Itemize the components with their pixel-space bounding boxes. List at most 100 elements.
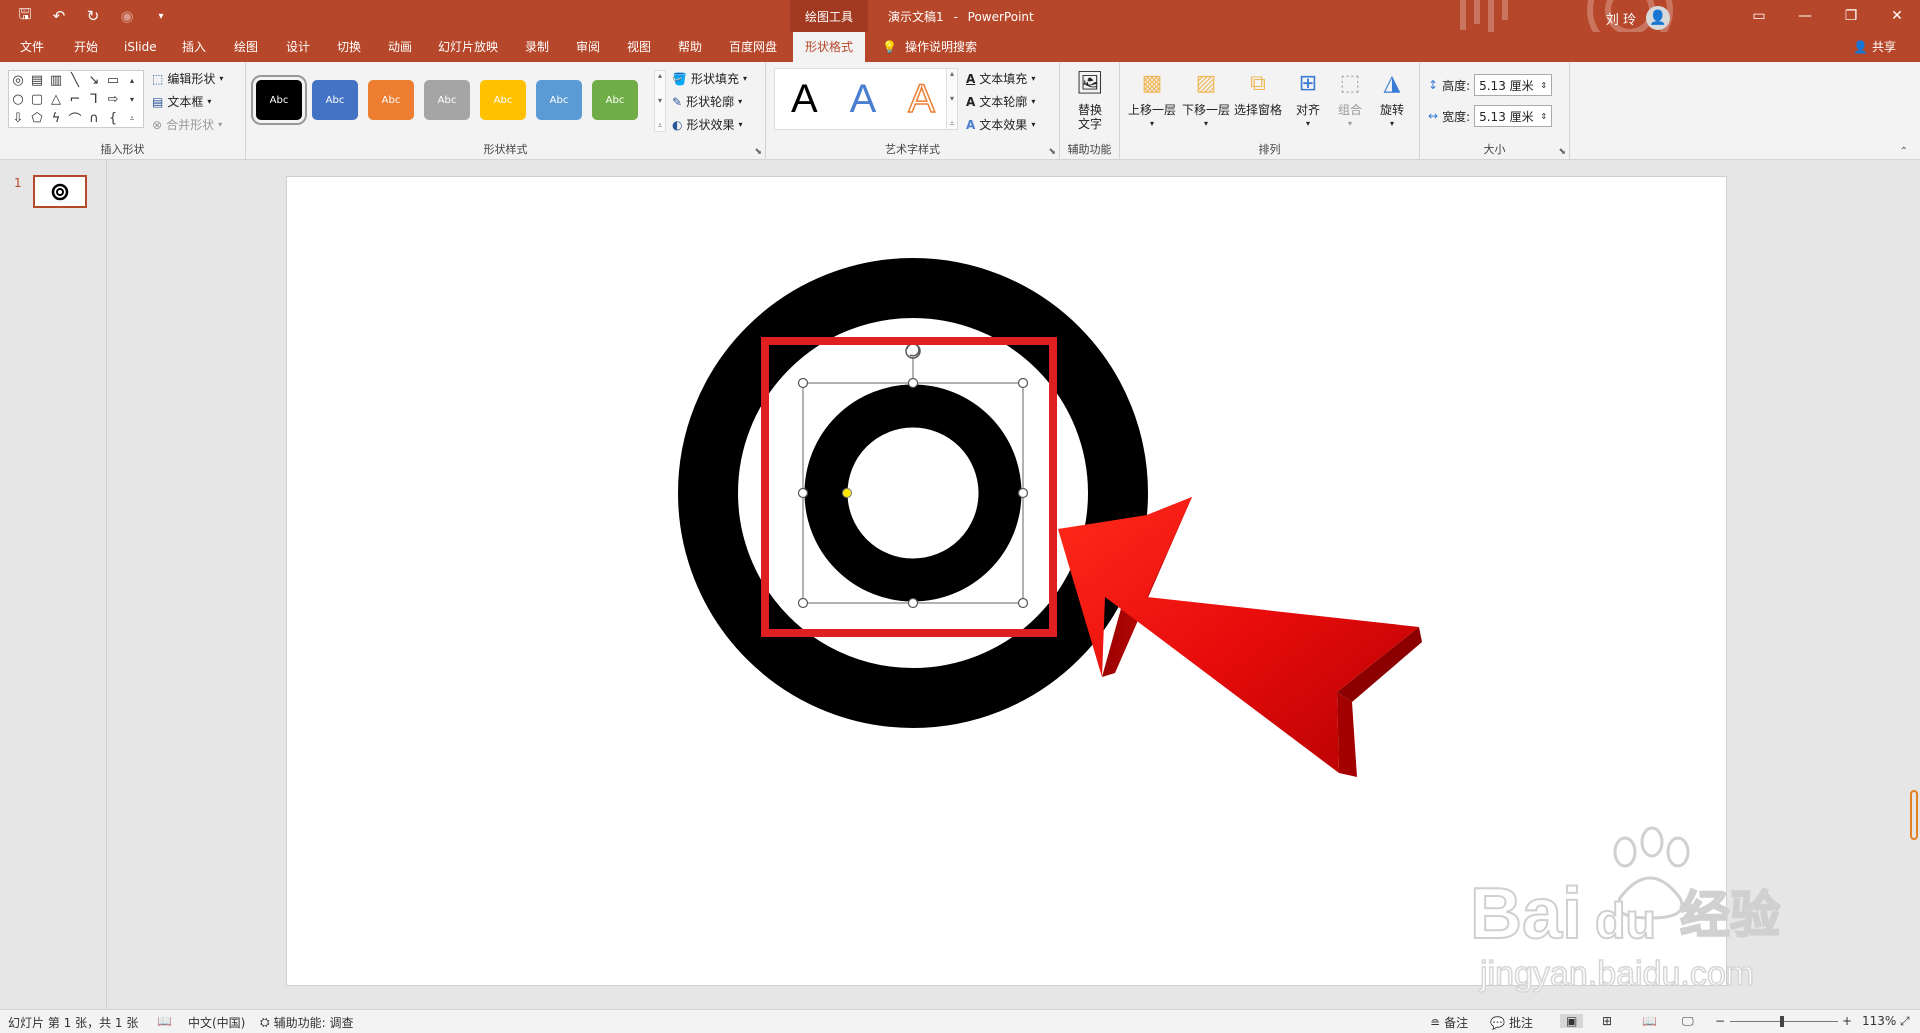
scroll-down-icon[interactable]: ▾ xyxy=(658,96,662,105)
user-account[interactable]: 刘 玲 👤 xyxy=(1606,6,1670,30)
shape-style-black[interactable]: Abc xyxy=(251,75,307,125)
tell-me-search[interactable]: 💡 操作说明搜索 xyxy=(882,32,977,62)
tab-help[interactable]: 帮助 xyxy=(676,32,704,62)
resize-handle-left[interactable] xyxy=(797,487,809,499)
dialog-launcher-icon[interactable]: ⬊ xyxy=(1048,147,1056,157)
vertical-textbox-shape-icon[interactable]: ▥ xyxy=(47,71,65,90)
customize-qat-icon[interactable]: ▾ xyxy=(150,5,172,27)
adjustment-handle[interactable] xyxy=(842,488,852,498)
shape-outline-button[interactable]: ✎ 形状轮廓 ▾ xyxy=(672,93,742,110)
gallery-up-icon[interactable]: ▴ xyxy=(123,71,141,90)
wordart-sample-blue[interactable]: A xyxy=(850,77,877,122)
elbow-arrow-shape-icon[interactable]: ⅂ xyxy=(85,90,103,109)
tab-design[interactable]: 设计 xyxy=(284,32,312,62)
ribbon-display-options-icon[interactable]: ▭ xyxy=(1736,0,1782,32)
align-button[interactable]: ⊞ 对齐 ▾ xyxy=(1292,68,1324,131)
edit-shape-button[interactable]: ⬚ 编辑形状 ▾ xyxy=(152,70,223,87)
shape-fill-button[interactable]: 🪣 形状填充 ▾ xyxy=(672,70,747,87)
shape-style-green[interactable]: Abc xyxy=(592,80,638,120)
collapse-ribbon-icon[interactable]: ⌃ xyxy=(1900,146,1908,157)
brace-shape-icon[interactable]: { xyxy=(104,109,122,128)
expand-gallery-icon[interactable]: ⩡ xyxy=(950,119,955,129)
alt-text-button[interactable]: 🖼 替换 文字 xyxy=(1074,68,1106,132)
resize-handle-top[interactable] xyxy=(907,377,919,389)
resize-handle-bottom[interactable] xyxy=(907,597,919,609)
zoom-level[interactable]: 113% xyxy=(1862,1014,1896,1028)
tab-animations[interactable]: 动画 xyxy=(386,32,414,62)
resize-handle-top-right[interactable] xyxy=(1017,377,1029,389)
width-input[interactable]: 5.13 厘米 ⇕ xyxy=(1474,105,1553,127)
elbow-connector-shape-icon[interactable]: ⌐ xyxy=(66,90,84,109)
share-button[interactable]: 👤 共享 xyxy=(1853,32,1896,62)
arrow-line-shape-icon[interactable]: ↘ xyxy=(85,71,103,90)
dialog-launcher-icon[interactable]: ⬊ xyxy=(1558,147,1566,157)
rounded-rect-shape-icon[interactable]: ▢ xyxy=(28,90,46,109)
height-input[interactable]: 5.13 厘米 ⇕ xyxy=(1474,74,1553,96)
right-arrow-shape-icon[interactable]: ⇨ xyxy=(104,90,122,109)
tab-home[interactable]: 开始 xyxy=(72,32,100,62)
arc-shape-icon[interactable]: ⌒ xyxy=(66,109,84,128)
resize-handle-right[interactable] xyxy=(1017,487,1029,499)
zoom-slider[interactable] xyxy=(1730,1021,1838,1022)
text-outline-button[interactable]: A 文本轮廓 ▾ xyxy=(966,93,1035,110)
zoom-out-icon[interactable]: − xyxy=(1715,1014,1725,1028)
minimize-icon[interactable]: — xyxy=(1782,0,1828,32)
scroll-down-icon[interactable]: ▾ xyxy=(950,94,954,103)
shape-style-blue[interactable]: Abc xyxy=(312,80,358,120)
restore-icon[interactable]: ❐ xyxy=(1828,0,1874,32)
reading-view-icon[interactable]: 📖 xyxy=(1642,1014,1657,1028)
tab-baidu-netdisk[interactable]: 百度网盘 xyxy=(727,32,779,62)
resize-handle-top-left[interactable] xyxy=(797,377,809,389)
send-backward-button[interactable]: ▨ 下移一层 ▾ xyxy=(1182,68,1230,131)
shape-styles-scroll[interactable]: ▴ ▾ ⩡ xyxy=(654,70,666,132)
group-button[interactable]: ⬚ 组合 ▾ xyxy=(1334,68,1366,131)
shape-style-orange[interactable]: Abc xyxy=(368,80,414,120)
triangle-shape-icon[interactable]: △ xyxy=(47,90,65,109)
textbox-shape-icon[interactable]: ▤ xyxy=(28,71,46,90)
slideshow-view-icon[interactable]: 🖵 xyxy=(1682,1014,1694,1029)
rotate-button[interactable]: ◮ 旋转 ▾ xyxy=(1376,68,1408,131)
tab-insert[interactable]: 插入 xyxy=(180,32,208,62)
redo-icon[interactable]: ↻ xyxy=(82,5,104,27)
save-icon[interactable]: 🖫 xyxy=(14,5,36,27)
gallery-down-icon[interactable]: ▾ xyxy=(123,90,141,109)
resize-handle-bottom-left[interactable] xyxy=(797,597,809,609)
text-effects-button[interactable]: A 文本效果 ▾ xyxy=(966,116,1035,133)
tab-review[interactable]: 审阅 xyxy=(574,32,602,62)
tab-transitions[interactable]: 切换 xyxy=(335,32,363,62)
avatar-icon[interactable]: 👤 xyxy=(1646,6,1670,30)
accessibility-status[interactable]: ⛭ 辅助功能: 调查 xyxy=(260,1014,353,1031)
rotation-handle-icon[interactable] xyxy=(905,343,921,359)
wordart-gallery[interactable]: A A A xyxy=(774,68,952,130)
wordart-sample-orange[interactable]: A xyxy=(908,76,936,122)
scroll-up-icon[interactable]: ▴ xyxy=(950,69,954,78)
spellcheck-icon[interactable]: 📖 xyxy=(157,1014,172,1028)
slide-info[interactable]: 幻灯片 第 1 张，共 1 张 xyxy=(8,1014,138,1031)
wordart-sample-black[interactable]: A xyxy=(791,77,818,122)
spinner-icon[interactable]: ⇕ xyxy=(1540,112,1547,121)
wordart-scroll[interactable]: ▴ ▾ ⩡ xyxy=(946,68,958,130)
start-slideshow-icon[interactable]: ◉ xyxy=(116,5,138,27)
language-indicator[interactable]: 中文(中国) xyxy=(188,1014,245,1031)
expand-gallery-icon[interactable]: ⩡ xyxy=(658,121,663,131)
down-arrow-shape-icon[interactable]: ⇩ xyxy=(9,109,27,128)
notes-button[interactable]: ≘ 备注 xyxy=(1430,1014,1468,1031)
slide-sorter-icon[interactable]: ⊞ xyxy=(1602,1014,1612,1028)
comments-button[interactable]: 💬 批注 xyxy=(1490,1014,1533,1031)
shape-style-gray[interactable]: Abc xyxy=(424,80,470,120)
tab-shape-format[interactable]: 形状格式 xyxy=(793,32,866,62)
tab-islide[interactable]: iSlide xyxy=(122,32,159,62)
curve-shape-icon[interactable]: ∩ xyxy=(85,109,103,128)
slide-thumbnail[interactable] xyxy=(33,175,87,208)
shapes-gallery[interactable]: ◎ ▤ ▥ ╲ ↘ ▭ ▴ ○ ▢ △ ⌐ ⅂ ⇨ ▾ ⇩ ⬠ ϟ ⌒ ∩ { xyxy=(8,70,144,128)
rectangle-shape-icon[interactable]: ▭ xyxy=(104,71,122,90)
undo-icon[interactable]: ↶ xyxy=(48,5,70,27)
scroll-up-icon[interactable]: ▴ xyxy=(658,71,662,80)
vertical-scrollbar-thumb[interactable] xyxy=(1910,790,1918,840)
tab-draw[interactable]: 绘图 xyxy=(232,32,260,62)
tab-record[interactable]: 录制 xyxy=(523,32,551,62)
bring-forward-button[interactable]: ▩ 上移一层 ▾ xyxy=(1128,68,1176,131)
text-box-button[interactable]: ▤ 文本框 ▾ xyxy=(152,93,211,110)
lightning-shape-icon[interactable]: ϟ xyxy=(47,109,65,128)
normal-view-icon[interactable]: ▣ xyxy=(1560,1014,1584,1028)
